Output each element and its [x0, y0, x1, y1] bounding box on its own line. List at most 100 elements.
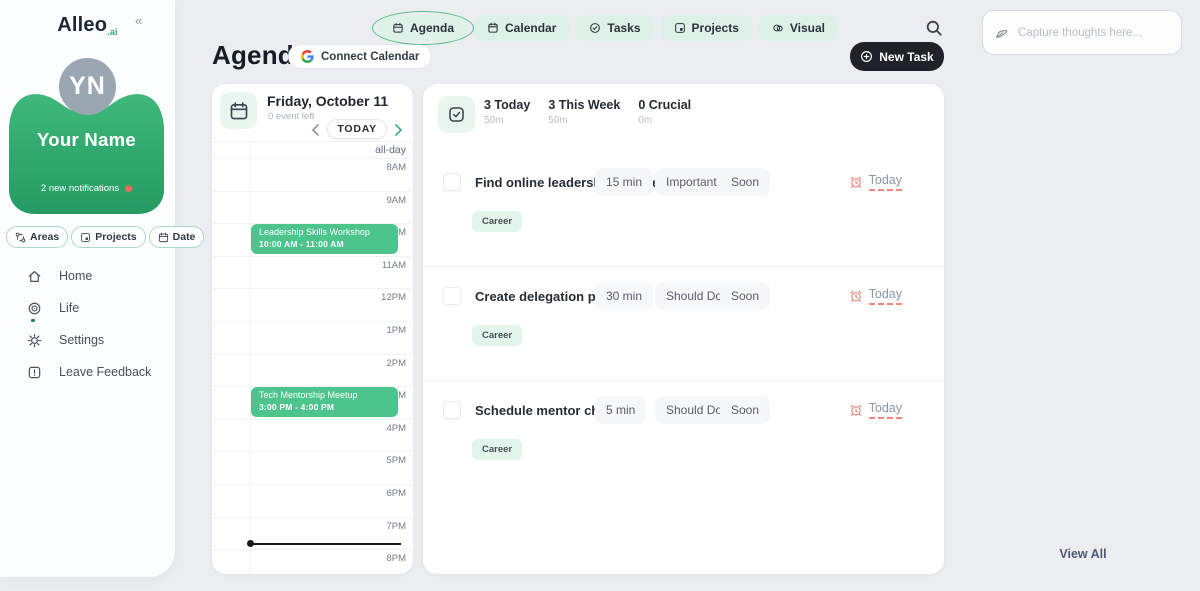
view-all-link[interactable]: View All [1040, 547, 1126, 561]
task-tag[interactable]: Career [472, 439, 522, 460]
event-title: Tech Mentorship Meetup [259, 390, 390, 400]
task-tag[interactable]: Career [472, 211, 522, 232]
connect-calendar-label: Connect Calendar [321, 51, 419, 63]
notifications-link[interactable]: 2 new notifications [9, 183, 164, 194]
task-duration-chip[interactable]: 5 min [595, 396, 646, 424]
time-label: 6PM [386, 485, 413, 499]
task-list: Find online leadership course 15 min Imp… [423, 153, 944, 494]
time-slot-row[interactable]: 12PM [212, 288, 413, 321]
task-due[interactable]: Today [849, 173, 902, 191]
calendar-date-title: Friday, October 11 [267, 93, 388, 109]
task-urgency-chip[interactable]: Soon [720, 282, 770, 310]
current-time-dot[interactable] [247, 540, 254, 547]
today-button[interactable]: TODAY [327, 119, 387, 139]
search-icon[interactable] [925, 19, 943, 37]
time-label: 8AM [386, 159, 413, 173]
task-main-row: Schedule mentor chat 5 min Should Do Soo… [443, 397, 919, 423]
capture-thoughts-box [982, 10, 1182, 55]
stat-duration: 50m [484, 115, 530, 126]
calendar-icon [487, 22, 499, 34]
nav-tab[interactable]: Calendar [474, 15, 569, 41]
task-main-row: Find online leadership course 15 min Imp… [443, 169, 919, 195]
settings-icon [27, 333, 42, 348]
tasks-panel: 3 Today 50m 3 This Week 50m 0 Crucial 0m [423, 84, 944, 574]
projects-icon [674, 22, 686, 34]
time-slot-row[interactable]: 11AM [212, 256, 413, 289]
calendar-nav: TODAY [311, 119, 403, 139]
stat-count: 3 Today [484, 98, 530, 112]
nav-tab-label: Agenda [410, 21, 454, 35]
task-urgency-chip[interactable]: Soon [720, 396, 770, 424]
sidebar-menu-item[interactable]: Settings [0, 324, 175, 356]
alarm-icon [849, 289, 863, 303]
calendar-event[interactable]: Leadership Skills Workshop 10:00 AM - 11… [251, 224, 398, 254]
stat-duration: 0m [638, 115, 691, 126]
event-time: 3:00 PM - 4:00 PM [259, 402, 390, 412]
user-name: Your Name [9, 129, 164, 151]
time-slot-row[interactable]: 9AM [212, 191, 413, 224]
task-duration-chip[interactable]: 15 min [595, 168, 653, 196]
new-task-button[interactable]: New Task [850, 42, 944, 71]
next-day-icon[interactable] [394, 123, 403, 135]
avatar[interactable]: YN [59, 58, 116, 115]
time-label: 5PM [386, 452, 413, 466]
tasks-icon [589, 22, 601, 34]
nav-tab[interactable]: Tasks [576, 15, 653, 41]
all-day-label: all-day [375, 142, 413, 156]
task-due[interactable]: Today [849, 401, 902, 419]
filter-pill-label: Date [173, 231, 196, 243]
task-checkbox[interactable] [443, 401, 461, 419]
calendar-header-icon [220, 92, 257, 129]
calendar-events-left: 0 event left [268, 111, 314, 122]
app-logo[interactable]: Alleo.ai [0, 14, 175, 37]
date-icon [158, 232, 169, 243]
time-slot-row[interactable]: 4PM [212, 419, 413, 452]
nav-tab[interactable]: Agenda [379, 15, 467, 41]
feedback-icon [27, 365, 42, 380]
filter-pill[interactable]: Projects [71, 226, 145, 248]
alarm-icon [849, 175, 863, 189]
time-label: 1PM [386, 322, 413, 336]
prev-day-icon[interactable] [311, 123, 320, 135]
nav-tab[interactable]: Projects [661, 15, 752, 41]
new-task-label: New Task [879, 50, 933, 64]
filter-pill[interactable]: Areas [6, 226, 68, 248]
time-slot-row[interactable]: 8PM [212, 549, 413, 574]
nav-tab[interactable]: Visual [759, 15, 838, 41]
task-urgency-chip[interactable]: Soon [720, 168, 770, 196]
stat-count: 3 This Week [548, 98, 620, 112]
time-slot-row[interactable]: 1PM [212, 321, 413, 354]
logo-text: Alleo [57, 14, 107, 36]
task-row: Find online leadership course 15 min Imp… [423, 153, 944, 267]
nav-tab-label: Tasks [607, 21, 640, 35]
time-label: 11AM [382, 257, 413, 271]
task-duration-chip[interactable]: 30 min [595, 282, 653, 310]
sidebar-menu-item[interactable]: Life [0, 292, 175, 324]
calendar-event[interactable]: Tech Mentorship Meetup 3:00 PM - 4:00 PM [251, 387, 398, 417]
task-due[interactable]: Today [849, 287, 902, 305]
menu-item-label: Life [59, 301, 79, 315]
time-slot-row[interactable]: 8AM [212, 158, 413, 191]
task-checkbox[interactable] [443, 287, 461, 305]
sidebar-collapse-icon[interactable]: « [135, 13, 142, 28]
menu-item-label: Settings [59, 333, 104, 347]
areas-icon [15, 232, 26, 243]
time-slot-row[interactable]: 5PM [212, 451, 413, 484]
sidebar-filter-pills: Areas Projects Date [6, 226, 204, 248]
task-priority-chip[interactable]: Important [655, 168, 728, 196]
task-tag[interactable]: Career [472, 325, 522, 346]
connect-calendar-button[interactable]: Connect Calendar [288, 44, 432, 69]
sidebar-menu: Home Life Settings Leave Feed [0, 260, 175, 388]
sidebar-menu-item[interactable]: Leave Feedback [0, 356, 175, 388]
time-slot-row[interactable]: 2PM [212, 354, 413, 387]
filter-pill-label: Areas [30, 231, 59, 243]
nav-tab-label: Visual [790, 21, 825, 35]
nav-tab-label: Projects [692, 21, 739, 35]
all-day-row[interactable]: all-day [212, 141, 413, 158]
filter-pill[interactable]: Date [149, 226, 205, 248]
task-checkbox[interactable] [443, 173, 461, 191]
time-slot-row[interactable]: 6PM [212, 484, 413, 517]
event-time: 10:00 AM - 11:00 AM [259, 239, 390, 249]
sidebar-menu-item[interactable]: Home [0, 260, 175, 292]
capture-thoughts-input[interactable] [1018, 27, 1169, 39]
